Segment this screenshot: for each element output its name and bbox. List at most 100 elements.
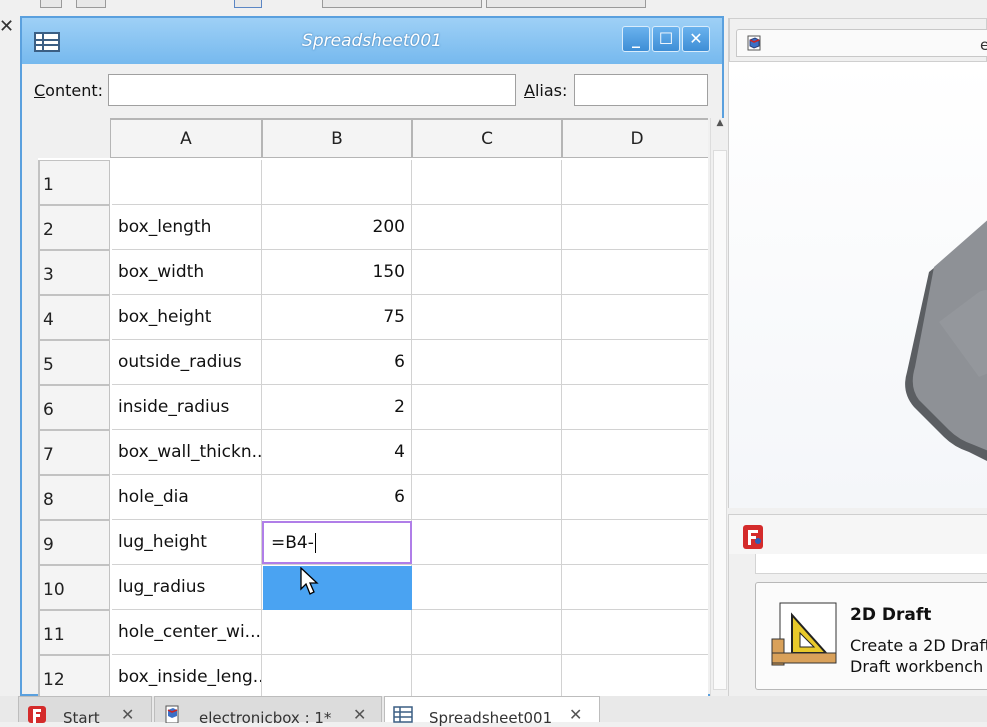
maximize-button[interactable]: ☐ xyxy=(652,26,680,52)
workbench-card-2d-draft[interactable]: 2D Draft Create a 2D Draft w Draft workb… xyxy=(755,582,987,690)
close-tab-icon[interactable]: ✕ xyxy=(569,705,582,724)
cell-c11[interactable] xyxy=(412,610,562,655)
alias-input[interactable] xyxy=(574,74,708,106)
cell-d1[interactable] xyxy=(562,160,708,205)
cell-a9[interactable]: lug_height xyxy=(112,520,262,565)
cell-d3[interactable] xyxy=(562,250,708,295)
cell-b5[interactable]: 6 xyxy=(262,340,412,385)
cell-b8[interactable]: 6 xyxy=(262,475,412,520)
cell-d12[interactable] xyxy=(562,655,708,696)
spreadsheet-grid[interactable]: A B C D 1 2 box_length 200 3 box_width 150 4 box_hei… xyxy=(38,118,708,696)
toolbar-button[interactable] xyxy=(234,0,262,8)
toolbar-button[interactable] xyxy=(40,0,62,8)
cell-d7[interactable] xyxy=(562,430,708,475)
cell-c5[interactable] xyxy=(412,340,562,385)
cell-a4[interactable]: box_height xyxy=(112,295,262,340)
row-header[interactable]: 11 xyxy=(38,610,110,655)
view-tab[interactable] xyxy=(736,29,987,57)
scroll-up-icon[interactable]: ▲ xyxy=(712,118,728,134)
cell-d11[interactable] xyxy=(562,610,708,655)
cell-b4[interactable]: 75 xyxy=(262,295,412,340)
close-button[interactable]: ✕ xyxy=(682,26,710,52)
freecad-logo-icon xyxy=(28,706,46,723)
vertical-scrollbar[interactable]: ▲ xyxy=(710,118,728,696)
cell-c8[interactable] xyxy=(412,475,562,520)
minimize-icon: _ xyxy=(632,29,640,48)
grid-corner[interactable] xyxy=(38,118,112,158)
cell-b3[interactable]: 150 xyxy=(262,250,412,295)
cell-c7[interactable] xyxy=(412,430,562,475)
selected-cell-highlight[interactable] xyxy=(263,566,412,610)
row-header[interactable]: 9 xyxy=(38,520,110,565)
text-caret xyxy=(314,532,316,553)
row-header[interactable]: 1 xyxy=(38,160,110,205)
cell-c9[interactable] xyxy=(412,520,562,565)
cell-a1[interactable] xyxy=(112,160,262,205)
window-titlebar[interactable]: Spreadsheet001 _ ☐ ✕ xyxy=(22,18,722,64)
row-header[interactable]: 12 xyxy=(38,655,110,696)
tab-electronicbox[interactable]: electronicbox : 1* ✕ xyxy=(154,696,382,727)
cell-a5[interactable]: outside_radius xyxy=(112,340,262,385)
cell-d10[interactable] xyxy=(562,565,708,610)
close-icon[interactable]: ✕ xyxy=(0,18,14,36)
cell-a3[interactable]: box_width xyxy=(112,250,262,295)
start-tabbar xyxy=(729,514,987,554)
cell-a12[interactable]: box_inside_leng... xyxy=(112,655,262,696)
cell-c4[interactable] xyxy=(412,295,562,340)
cell-b1[interactable] xyxy=(262,160,412,205)
tab-label: Spreadsheet001 xyxy=(429,709,553,727)
scroll-thumb[interactable] xyxy=(713,150,727,690)
row-header[interactable]: 10 xyxy=(38,565,110,610)
row-header[interactable]: 2 xyxy=(38,205,110,250)
cell-editor-input[interactable]: =B4- xyxy=(262,521,412,564)
cell-a11[interactable]: hole_center_wi... xyxy=(112,610,262,655)
row-header[interactable]: 8 xyxy=(38,475,110,520)
row-header[interactable]: 6 xyxy=(38,385,110,430)
cell-a6[interactable]: inside_radius xyxy=(112,385,262,430)
tab-spreadsheet[interactable]: Spreadsheet001 ✕ xyxy=(384,696,600,727)
cell-b7[interactable]: 4 xyxy=(262,430,412,475)
cell-a7[interactable]: box_wall_thickn... xyxy=(112,430,262,475)
column-header-b[interactable]: B xyxy=(262,118,412,158)
cell-a8[interactable]: hole_dia xyxy=(112,475,262,520)
cell-a2[interactable]: box_length xyxy=(112,205,262,250)
toolbar-button[interactable] xyxy=(76,0,106,8)
cell-d5[interactable] xyxy=(562,340,708,385)
minimize-button[interactable]: _ xyxy=(622,26,650,52)
cell-b2[interactable]: 200 xyxy=(262,205,412,250)
toolbar-combo[interactable] xyxy=(486,0,646,8)
spreadsheet-icon xyxy=(393,706,413,723)
close-icon: ✕ xyxy=(689,29,703,48)
close-tab-icon[interactable]: ✕ xyxy=(121,705,134,724)
row-header[interactable]: 7 xyxy=(38,430,110,475)
column-header-a[interactable]: A xyxy=(110,118,262,158)
row-header[interactable]: 3 xyxy=(38,250,110,295)
cell-b6[interactable]: 2 xyxy=(262,385,412,430)
view-tab-label: e xyxy=(980,36,987,54)
cell-c2[interactable] xyxy=(412,205,562,250)
content-input[interactable] xyxy=(108,74,516,106)
maximize-icon: ☐ xyxy=(658,29,674,48)
cell-c6[interactable] xyxy=(412,385,562,430)
cell-d2[interactable] xyxy=(562,205,708,250)
cell-d4[interactable] xyxy=(562,295,708,340)
row-header[interactable]: 5 xyxy=(38,340,110,385)
cell-c10[interactable] xyxy=(412,565,562,610)
toolbar-combo[interactable] xyxy=(322,0,482,8)
row-header[interactable]: 4 xyxy=(38,295,110,340)
cell-c3[interactable] xyxy=(412,250,562,295)
cell-c12[interactable] xyxy=(412,655,562,696)
3d-viewport[interactable] xyxy=(729,62,987,508)
window-title: Spreadsheet001 xyxy=(302,31,442,51)
cell-d6[interactable] xyxy=(562,385,708,430)
cell-d9[interactable] xyxy=(562,520,708,565)
cell-b11[interactable] xyxy=(262,610,412,655)
cell-b12[interactable] xyxy=(262,655,412,696)
cell-a10[interactable]: lug_radius xyxy=(112,565,262,610)
tab-start[interactable]: Start ✕ xyxy=(18,696,152,727)
column-header-d[interactable]: D xyxy=(562,118,708,158)
close-tab-icon[interactable]: ✕ xyxy=(353,705,366,724)
column-header-c[interactable]: C xyxy=(412,118,562,158)
cell-d8[interactable] xyxy=(562,475,708,520)
cell-c1[interactable] xyxy=(412,160,562,205)
